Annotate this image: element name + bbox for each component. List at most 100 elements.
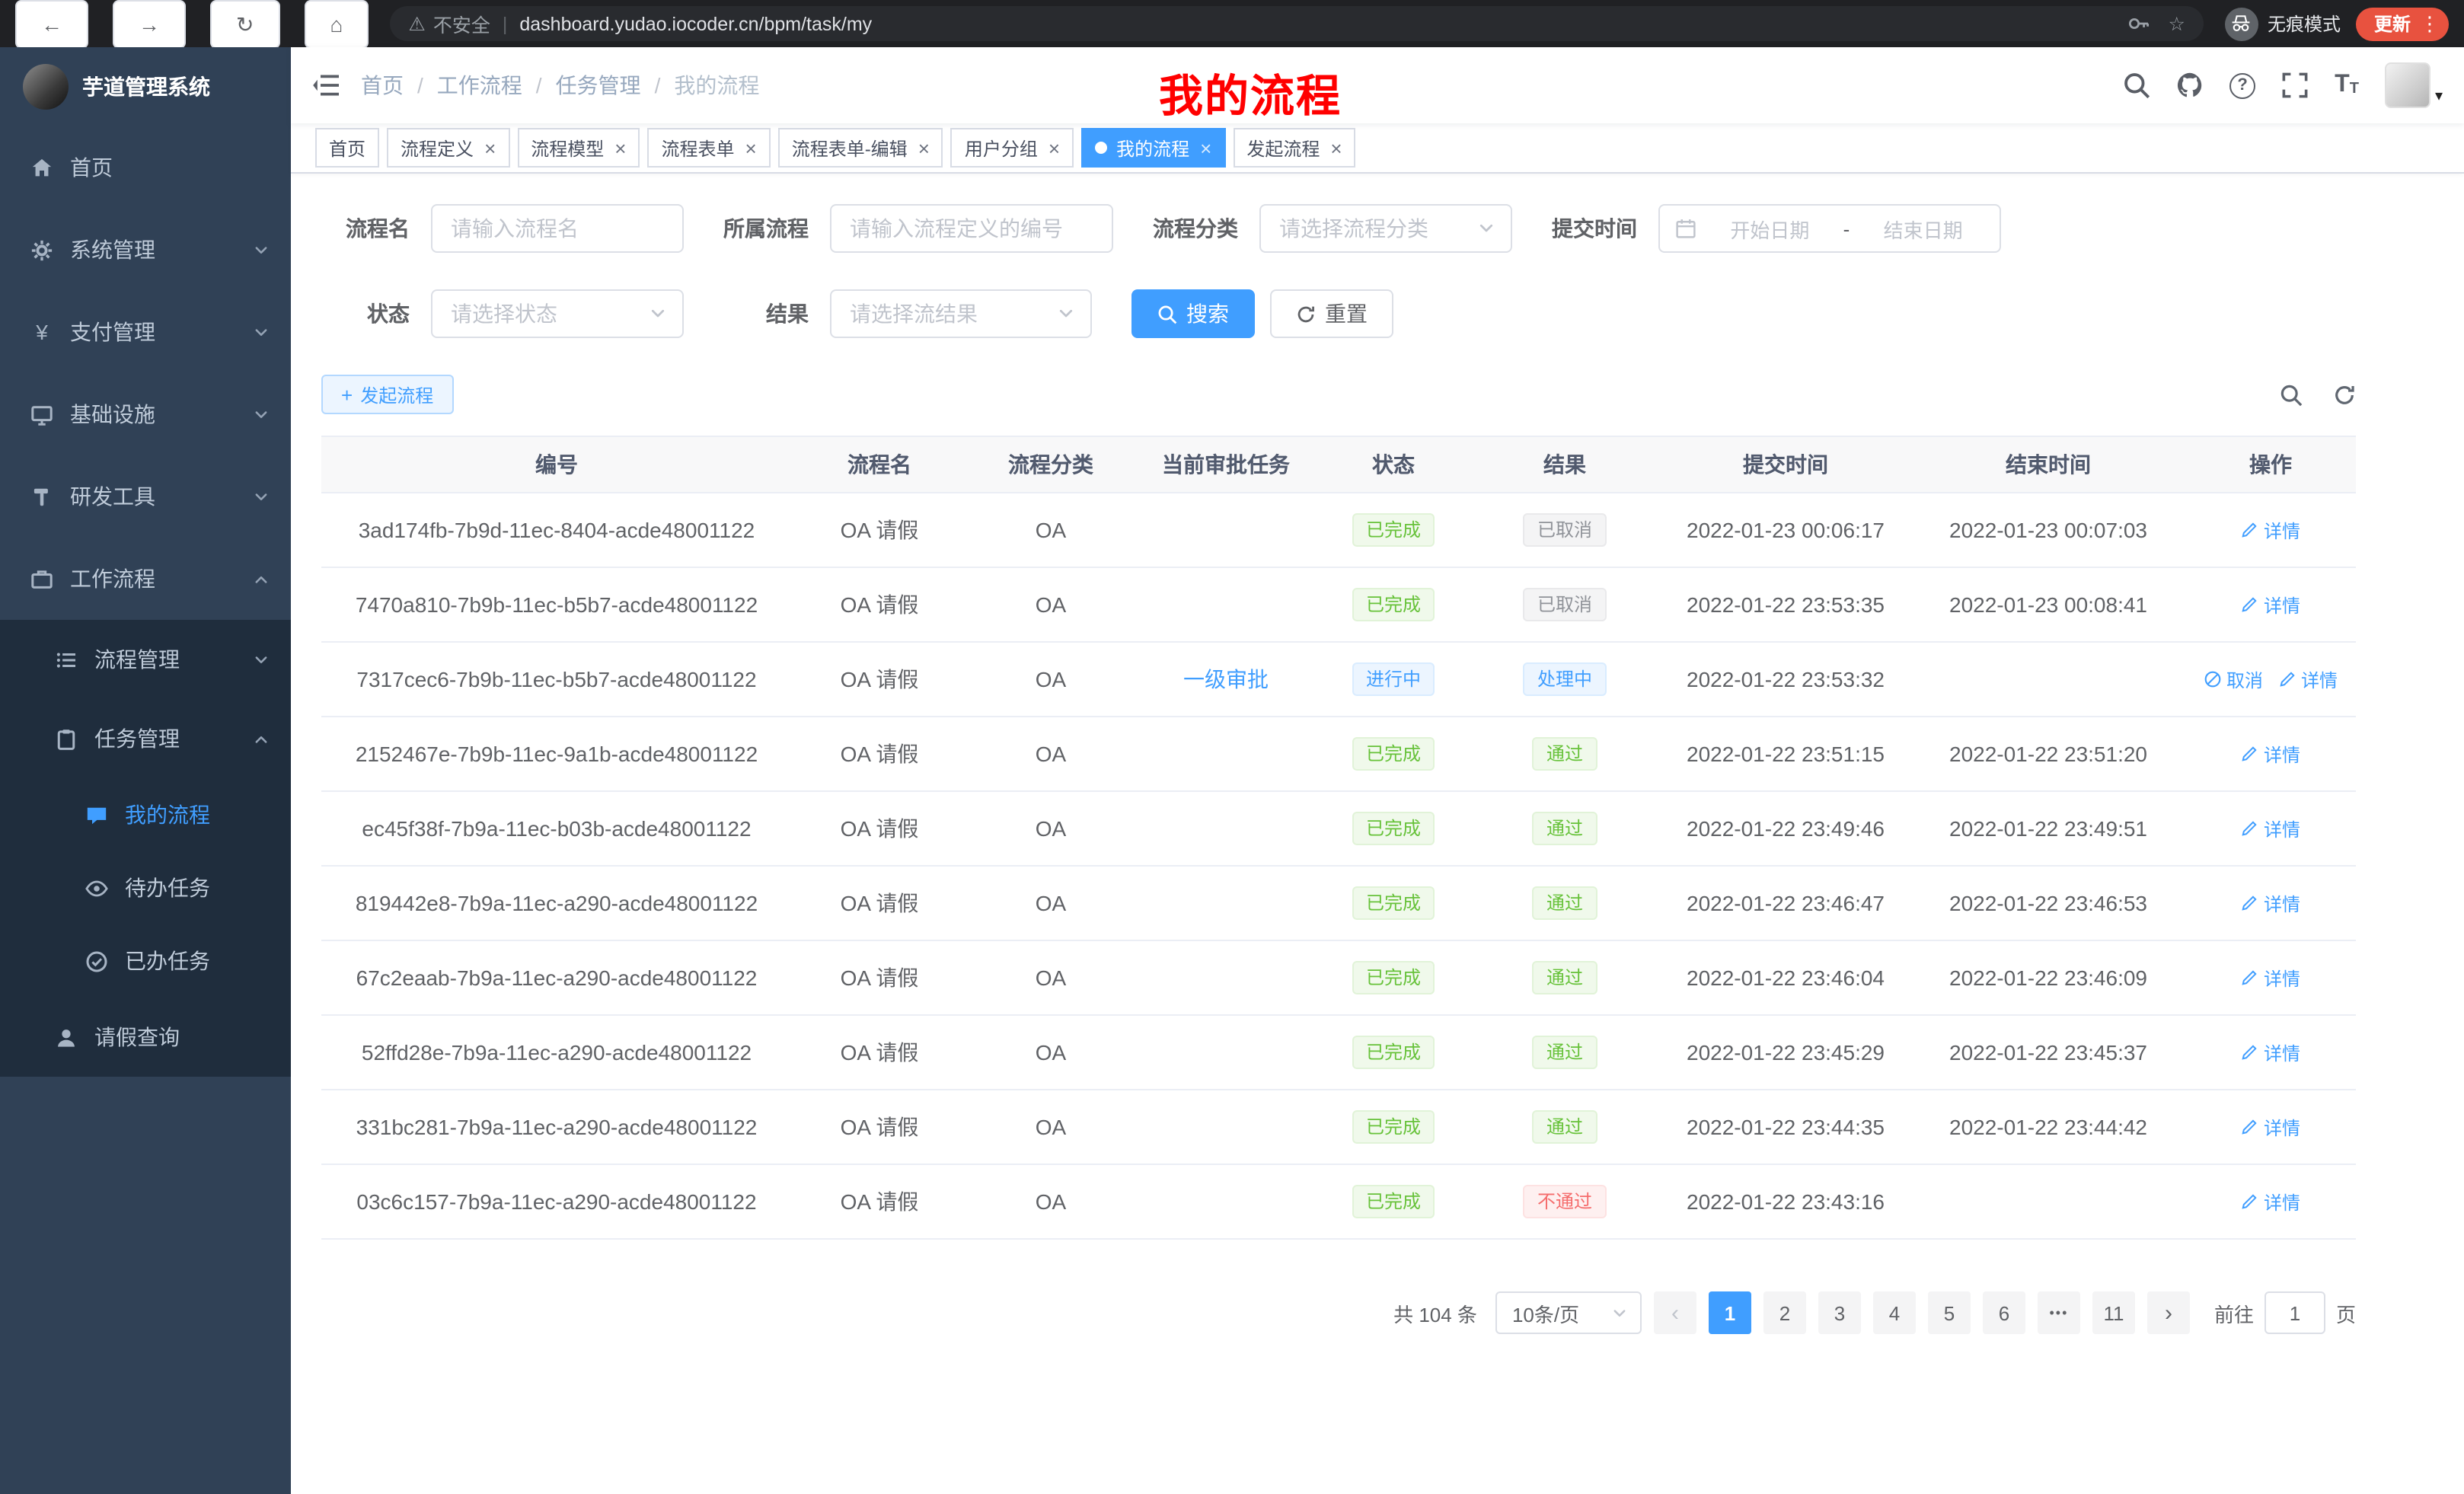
close-icon[interactable]: × (1330, 138, 1342, 158)
caret-down-icon: ▾ (2435, 88, 2443, 105)
browser-forward-button[interactable]: → (113, 0, 186, 48)
detail-link[interactable]: 详情 (2278, 666, 2338, 692)
user-avatar[interactable]: ▾ (2385, 62, 2443, 108)
cell-id: 7470a810-7b9b-11ec-b5b7-acde48001122 (321, 568, 792, 641)
sidebar-item-task-management[interactable]: 任务管理 (0, 699, 291, 778)
breadcrumb-task-management[interactable]: 任务管理 (556, 70, 641, 101)
next-page-button[interactable]: › (2147, 1291, 2190, 1334)
detail-link[interactable]: 详情 (2241, 741, 2300, 767)
page-button[interactable]: 3 (1818, 1291, 1861, 1334)
plus-icon: + (341, 385, 353, 404)
page-button[interactable]: 2 (1763, 1291, 1806, 1334)
tab-my-process[interactable]: 我的流程× (1081, 128, 1225, 168)
sidebar-toggle-icon[interactable] (312, 73, 340, 97)
app-logo[interactable]: 芋道管理系统 (0, 47, 291, 126)
page-size-select[interactable]: 10条/页 (1495, 1291, 1642, 1334)
breadcrumb-home[interactable]: 首页 (361, 70, 404, 101)
status-select[interactable]: 请选择状态 (431, 289, 684, 338)
cancel-link[interactable]: 取消 (2204, 666, 2263, 692)
browser-update-button[interactable]: 更新 ⋮ (2356, 7, 2449, 40)
tab-process-definition[interactable]: 流程定义× (387, 128, 509, 168)
security-indicator[interactable]: ⚠ 不安全 (408, 9, 490, 38)
tab-process-model[interactable]: 流程模型× (517, 128, 640, 168)
tab-process-form-edit[interactable]: 流程表单-编辑× (778, 128, 943, 168)
cell-end-time: 2022-01-23 00:07:03 (1911, 493, 2185, 567)
detail-link[interactable]: 详情 (2241, 816, 2300, 841)
toggle-search-icon[interactable] (2280, 383, 2303, 406)
chevron-down-icon (253, 488, 270, 505)
browser-home-button[interactable]: ⌂ (304, 0, 369, 48)
column-header: 提交时间 (1660, 437, 1911, 492)
process-table: 编号 流程名 流程分类 当前审批任务 状态 结果 提交时间 结束时间 操作 3a… (321, 436, 2356, 1240)
cell-end-time: 2022-01-22 23:45:37 (1911, 1016, 2185, 1089)
submit-time-range-picker[interactable]: 开始日期 - 结束日期 (1658, 204, 2001, 253)
sidebar-item-workflow[interactable]: 工作流程 (0, 538, 291, 620)
browser-reload-button[interactable]: ↻ (210, 0, 279, 48)
breadcrumb-workflow[interactable]: 工作流程 (437, 70, 522, 101)
bookmark-star-icon[interactable]: ☆ (2169, 12, 2185, 35)
page-button[interactable]: 11 (2092, 1291, 2135, 1334)
password-key-icon[interactable] (2127, 12, 2150, 35)
page-button[interactable]: 6 (1983, 1291, 2025, 1334)
close-icon[interactable]: × (1048, 138, 1060, 158)
cell-category: OA (967, 1090, 1135, 1164)
sidebar-item-home[interactable]: 首页 (0, 126, 291, 209)
fullscreen-icon[interactable] (2281, 72, 2309, 99)
cell-current-task (1135, 493, 1317, 567)
sidebar-item-leave-query[interactable]: 请假查询 (0, 998, 291, 1077)
sidebar-item-done-tasks[interactable]: 已办任务 (0, 924, 291, 998)
current-task-link[interactable]: 一级审批 (1183, 664, 1269, 694)
detail-link[interactable]: 详情 (2241, 517, 2300, 543)
sidebar-item-process-management[interactable]: 流程管理 (0, 620, 291, 699)
detail-link[interactable]: 详情 (2241, 592, 2300, 618)
goto-page-input[interactable] (2265, 1291, 2325, 1334)
table-row: 52ffd28e-7b9a-11ec-a290-acde48001122 OA … (321, 1016, 2356, 1090)
detail-link[interactable]: 详情 (2241, 1189, 2300, 1215)
close-icon[interactable]: × (918, 138, 930, 158)
page-button[interactable]: 5 (1928, 1291, 1971, 1334)
sidebar-item-my-process[interactable]: 我的流程 (0, 778, 291, 851)
browser-menu-icon[interactable]: ⋮ (2420, 11, 2440, 36)
reset-button[interactable]: 重置 (1270, 289, 1393, 338)
address-bar[interactable]: ⚠ 不安全 | dashboard.yudao.iocoder.cn/bpm/t… (390, 6, 2204, 41)
status-label: 状态 (321, 298, 410, 329)
prev-page-button[interactable]: ‹ (1654, 1291, 1696, 1334)
sidebar-item-payment[interactable]: ¥ 支付管理 (0, 291, 291, 373)
close-icon[interactable]: × (484, 138, 496, 158)
sidebar-item-todo-tasks[interactable]: 待办任务 (0, 851, 291, 924)
tab-home[interactable]: 首页 (315, 128, 379, 168)
category-select[interactable]: 请选择流程分类 (1259, 204, 1512, 253)
browser-back-button[interactable]: ← (15, 0, 88, 48)
detail-link[interactable]: 详情 (2241, 1114, 2300, 1140)
cell-submit-time: 2022-01-22 23:45:29 (1660, 1016, 1911, 1089)
detail-link[interactable]: 详情 (2241, 890, 2300, 916)
detail-link[interactable]: 详情 (2241, 965, 2300, 991)
sidebar-item-devtools[interactable]: 研发工具 (0, 455, 291, 538)
page-button[interactable]: 1 (1709, 1291, 1751, 1334)
close-icon[interactable]: × (1200, 138, 1211, 158)
cell-end-time: 2022-01-22 23:44:42 (1911, 1090, 2185, 1164)
github-icon[interactable] (2176, 72, 2204, 99)
close-icon[interactable]: × (614, 138, 626, 158)
more-pages-button[interactable]: ••• (2038, 1291, 2080, 1334)
result-select[interactable]: 请选择流结果 (830, 289, 1092, 338)
page-button[interactable]: 4 (1873, 1291, 1916, 1334)
close-icon[interactable]: × (745, 138, 757, 158)
process-definition-input[interactable] (830, 204, 1113, 253)
help-icon[interactable]: ? (2229, 72, 2255, 98)
search-button[interactable]: 搜索 (1131, 289, 1255, 338)
tab-user-group[interactable]: 用户分组× (951, 128, 1074, 168)
sidebar-item-system[interactable]: 系统管理 (0, 209, 291, 291)
refresh-table-icon[interactable] (2333, 383, 2356, 406)
tab-start-process[interactable]: 发起流程× (1233, 128, 1355, 168)
process-name-input[interactable] (431, 204, 684, 253)
process-name-label: 流程名 (321, 213, 410, 244)
detail-link[interactable]: 详情 (2241, 1039, 2300, 1065)
start-process-button[interactable]: + 发起流程 (321, 375, 453, 414)
sidebar-item-infra[interactable]: 基础设施 (0, 373, 291, 455)
cell-category: OA (967, 717, 1135, 790)
cell-submit-time: 2022-01-22 23:46:47 (1660, 867, 1911, 940)
font-size-icon[interactable]: TT (2335, 73, 2359, 97)
search-icon[interactable] (2123, 72, 2150, 99)
tab-process-form[interactable]: 流程表单× (647, 128, 770, 168)
